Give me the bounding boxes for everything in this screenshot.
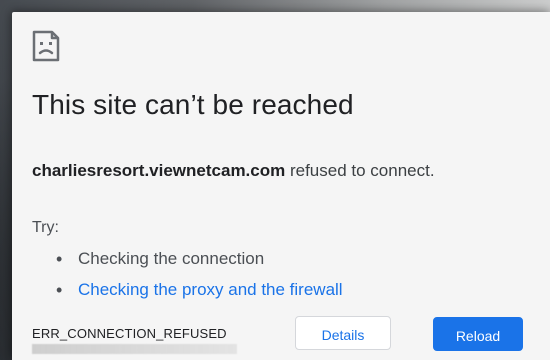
suggestion-proxy-firewall-link[interactable]: Checking the proxy and the firewall bbox=[56, 279, 343, 310]
connection-message: charliesresort.viewnetcam.com refused to… bbox=[32, 160, 435, 182]
message-suffix: refused to connect. bbox=[285, 161, 435, 180]
try-label: Try: bbox=[32, 219, 59, 236]
sad-page-icon bbox=[28, 28, 64, 64]
page-title: This site can’t be reached bbox=[32, 89, 354, 120]
details-button[interactable]: Details bbox=[295, 316, 391, 350]
error-code: ERR_CONNECTION_REFUSED bbox=[32, 326, 227, 341]
reload-button[interactable]: Reload bbox=[433, 317, 523, 351]
cutoff-secondary-text bbox=[32, 344, 237, 354]
suggestion-checking-connection: Checking the connection bbox=[56, 248, 343, 279]
error-page: This site can’t be reached charliesresor… bbox=[12, 12, 550, 360]
suggestion-list: Checking the connection Checking the pro… bbox=[56, 248, 343, 310]
site-host: charliesresort.viewnetcam.com bbox=[32, 161, 286, 180]
